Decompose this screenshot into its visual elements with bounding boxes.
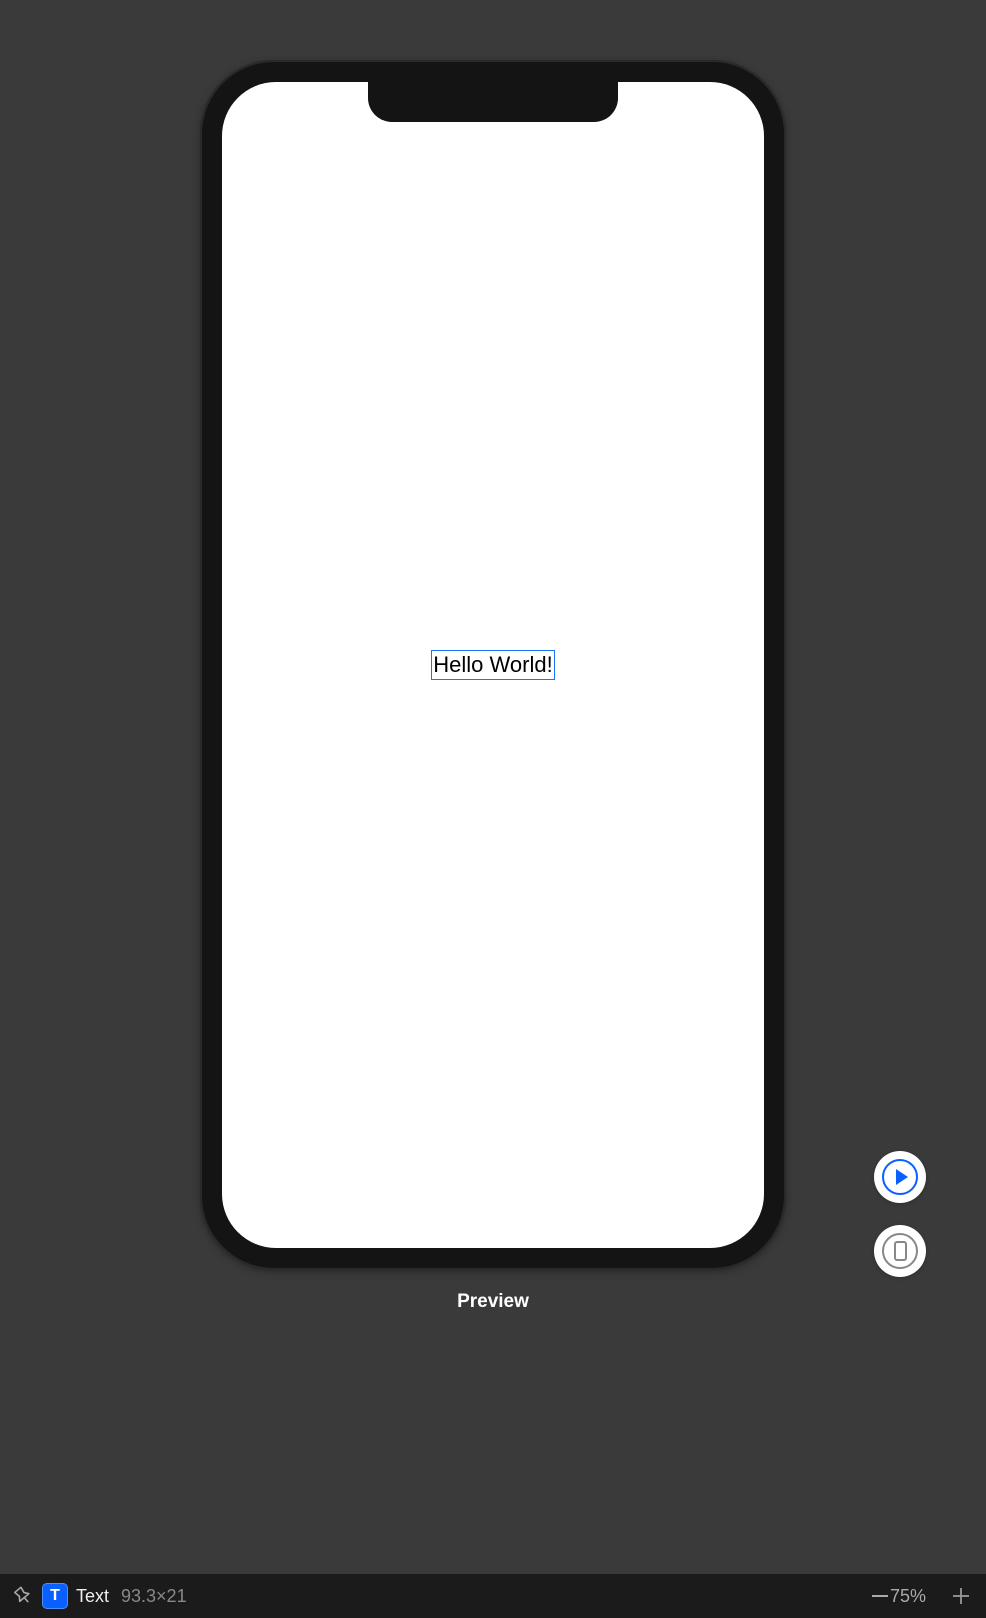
play-icon [882, 1159, 918, 1195]
add-button[interactable] [948, 1583, 974, 1609]
live-preview-button[interactable] [874, 1151, 926, 1203]
preview-canvas: Hello World! Preview [0, 0, 986, 1574]
status-bar: T Text 93.3×21 75% [0, 1574, 986, 1618]
zoom-value: 75% [890, 1586, 926, 1607]
device-screen[interactable]: Hello World! [222, 82, 764, 1248]
preview-side-controls [874, 1151, 926, 1277]
element-dimensions: 93.3×21 [121, 1586, 187, 1607]
pin-icon [13, 1586, 33, 1606]
preview-label: Preview [457, 1291, 529, 1313]
device-settings-button[interactable] [874, 1225, 926, 1277]
device-icon [882, 1233, 918, 1269]
element-type-badge: T [42, 1583, 68, 1609]
device-notch [368, 82, 618, 122]
zoom-minus-icon [872, 1595, 888, 1597]
text-view-selected[interactable]: Hello World! [431, 650, 554, 681]
zoom-level[interactable]: 75% [872, 1586, 926, 1607]
pin-button[interactable] [12, 1585, 34, 1607]
plus-icon [950, 1585, 972, 1607]
device-frame: Hello World! [200, 60, 786, 1270]
element-type-label: Text [76, 1586, 109, 1607]
